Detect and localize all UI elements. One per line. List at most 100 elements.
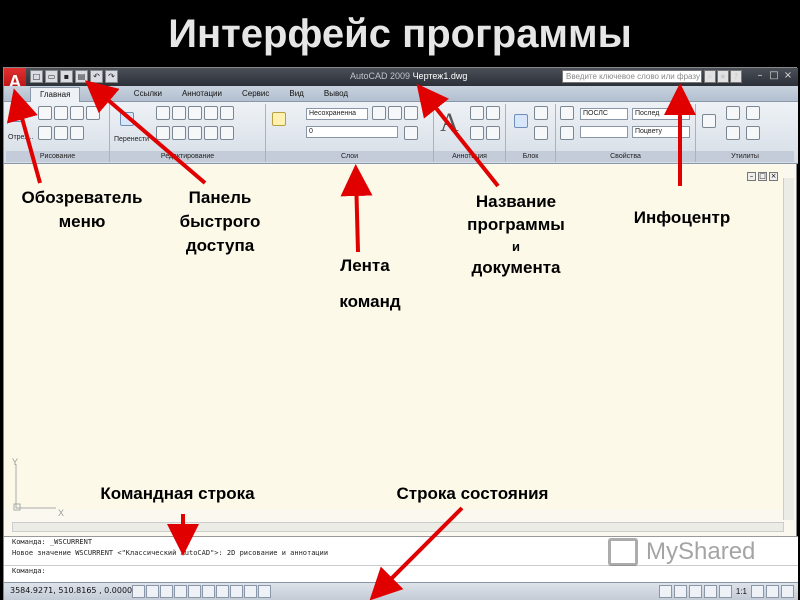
panel-label-modify: Редактирование bbox=[110, 151, 265, 162]
text-icon[interactable]: A bbox=[440, 108, 459, 138]
utility-icon[interactable] bbox=[746, 106, 760, 120]
save-icon[interactable]: ▪ bbox=[60, 70, 73, 83]
plotstyle-dropdown[interactable]: Поцвету bbox=[632, 126, 690, 138]
rotate-icon[interactable] bbox=[172, 106, 186, 120]
minimize-icon[interactable]: – bbox=[747, 172, 756, 181]
otrack-toggle[interactable] bbox=[202, 585, 215, 598]
vertical-scrollbar[interactable] bbox=[783, 178, 794, 520]
annotation-ribbon-line1: Лента bbox=[340, 256, 390, 275]
dimension-icon[interactable] bbox=[470, 106, 484, 120]
layer-properties-icon[interactable] bbox=[272, 112, 286, 126]
ribbon-tabs: Главная Блоки Ссылки Аннотации Сервис Вид Выво… bbox=[30, 87, 357, 102]
utility-icon[interactable] bbox=[726, 126, 740, 140]
layer-tool-icon[interactable] bbox=[404, 126, 418, 140]
rectangle-icon[interactable] bbox=[86, 106, 100, 120]
qp-toggle[interactable] bbox=[258, 585, 271, 598]
arc-icon[interactable] bbox=[38, 126, 52, 140]
ortho-toggle[interactable] bbox=[160, 585, 173, 598]
layout-icon[interactable] bbox=[673, 585, 687, 598]
ducs-toggle[interactable] bbox=[216, 585, 229, 598]
color-dropdown[interactable]: ПОСЛС bbox=[580, 108, 628, 120]
osnap-toggle[interactable] bbox=[188, 585, 201, 598]
lock-icon[interactable] bbox=[766, 585, 779, 598]
infocenter-search-input[interactable]: Введите ключевое слово или фразу bbox=[562, 70, 702, 83]
close-icon[interactable]: × bbox=[782, 70, 794, 82]
polyline-icon[interactable] bbox=[38, 106, 52, 120]
snap-toggle[interactable] bbox=[132, 585, 145, 598]
fillet-icon[interactable] bbox=[204, 106, 218, 120]
tab-2[interactable]: Блоки bbox=[82, 87, 122, 102]
panel-modify: Перенести Редактирование bbox=[110, 104, 266, 162]
annotation-scale[interactable]: 1:1 bbox=[736, 587, 747, 596]
array-icon[interactable] bbox=[188, 126, 202, 140]
slide-title: Интерфейс программы bbox=[168, 12, 632, 56]
new-icon[interactable]: □ bbox=[30, 70, 43, 83]
erase-icon[interactable] bbox=[220, 126, 234, 140]
lineweight-dropdown[interactable] bbox=[580, 126, 628, 138]
panel-label-properties: Свойства bbox=[556, 151, 695, 162]
redo-icon[interactable]: ↷ bbox=[105, 70, 118, 83]
tab-5[interactable]: Сервис bbox=[233, 87, 278, 102]
undo-icon[interactable]: ↶ bbox=[90, 70, 103, 83]
list-icon[interactable] bbox=[560, 126, 574, 140]
mleader-icon[interactable] bbox=[486, 126, 500, 140]
edit-block-icon[interactable] bbox=[534, 126, 548, 140]
polygon-icon[interactable] bbox=[70, 106, 84, 120]
trim-icon[interactable] bbox=[220, 106, 234, 120]
move-icon[interactable] bbox=[120, 112, 134, 126]
match-properties-icon[interactable] bbox=[560, 106, 574, 120]
tab-1[interactable]: Главная bbox=[30, 87, 81, 102]
offset-icon[interactable] bbox=[204, 126, 218, 140]
grid-toggle[interactable] bbox=[146, 585, 159, 598]
layer-tool-icon[interactable] bbox=[372, 106, 386, 120]
mirror-icon[interactable] bbox=[188, 106, 202, 120]
close-icon[interactable]: × bbox=[769, 172, 778, 181]
circle-icon[interactable] bbox=[54, 106, 68, 120]
tab-7[interactable]: Вывод bbox=[315, 87, 357, 102]
workspace-icon[interactable] bbox=[751, 585, 764, 598]
line-icon[interactable] bbox=[10, 108, 24, 122]
insert-block-icon[interactable] bbox=[514, 114, 528, 128]
panel-block: Блок bbox=[506, 104, 556, 162]
layer-state-dropdown[interactable]: Несохраненна bbox=[306, 108, 368, 120]
dyn-toggle[interactable] bbox=[230, 585, 243, 598]
help-icon[interactable]: ? bbox=[730, 70, 742, 83]
subscription-icon[interactable]: ★ bbox=[717, 70, 729, 83]
panel-label-layers: Слои bbox=[266, 151, 433, 162]
horizontal-scrollbar[interactable] bbox=[12, 522, 784, 532]
annotation-status-bar: Строка состояния bbox=[396, 484, 549, 503]
layer-tool-icon[interactable] bbox=[388, 106, 402, 120]
print-icon[interactable]: ▤ bbox=[75, 70, 88, 83]
zoom-icon[interactable] bbox=[703, 585, 717, 598]
minimize-icon[interactable]: – bbox=[754, 70, 766, 82]
stretch-icon[interactable] bbox=[156, 126, 170, 140]
polar-toggle[interactable] bbox=[174, 585, 187, 598]
current-layer-dropdown[interactable]: 0 bbox=[306, 126, 398, 138]
search-icon[interactable]: ⌕ bbox=[704, 70, 716, 83]
restore-icon[interactable]: □ bbox=[758, 172, 767, 181]
table-icon[interactable] bbox=[470, 126, 484, 140]
ellipse-icon[interactable] bbox=[70, 126, 84, 140]
panel-label-utilities: Утилиты bbox=[696, 151, 794, 162]
model-icon[interactable] bbox=[658, 585, 672, 598]
tab-4[interactable]: Аннотации bbox=[173, 87, 231, 102]
maximize-icon[interactable]: □ bbox=[768, 70, 780, 82]
tab-6[interactable]: Вид bbox=[280, 87, 312, 102]
utility-icon[interactable] bbox=[746, 126, 760, 140]
lwt-toggle[interactable] bbox=[244, 585, 257, 598]
open-icon[interactable]: ▭ bbox=[45, 70, 58, 83]
measure-icon[interactable] bbox=[702, 114, 716, 128]
copy-icon[interactable] bbox=[156, 106, 170, 120]
hatch-icon[interactable] bbox=[54, 126, 68, 140]
layer-tool-icon[interactable] bbox=[404, 106, 418, 120]
clean-screen-icon[interactable] bbox=[781, 585, 794, 598]
coordinates-readout: 3584.9271, 510.8165 , 0.0000 bbox=[10, 586, 133, 595]
tab-3[interactable]: Ссылки bbox=[125, 87, 171, 102]
leader-icon[interactable] bbox=[486, 106, 500, 120]
pan-icon[interactable] bbox=[688, 585, 702, 598]
create-block-icon[interactable] bbox=[534, 106, 548, 120]
linetype-dropdown[interactable]: Послед bbox=[632, 108, 690, 120]
utility-icon[interactable] bbox=[726, 106, 740, 120]
scale-icon[interactable] bbox=[172, 126, 186, 140]
annotation-scale-icon[interactable] bbox=[718, 585, 732, 598]
